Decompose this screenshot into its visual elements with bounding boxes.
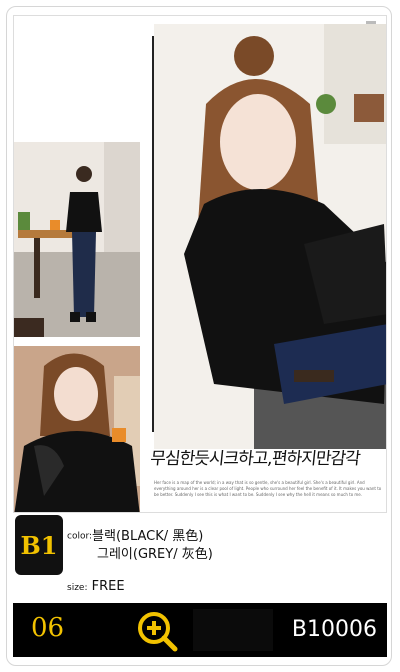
lot-number: 06 (31, 613, 65, 643)
color-option-black: color:블랙(BLACK/ 黑色) (67, 525, 203, 544)
photo-handwriting-caption: 무심한듯시크하고,편하지만감각 (149, 449, 361, 469)
size-value: FREE (91, 579, 125, 594)
photo-main-illustration (154, 24, 386, 449)
zoom-button[interactable] (135, 609, 179, 653)
photo-cafe-illustration (14, 142, 140, 337)
footer-dark-panel (193, 609, 273, 651)
product-code: B10006 (291, 617, 377, 642)
photo-fine-print: Her face is a map of the world; in a way… (154, 480, 382, 497)
product-card: 무심한듯시크하고,편하지만감각 Her face is a map of the… (6, 6, 392, 666)
color-option-grey: 그레이(GREY/ 灰色) (97, 547, 213, 562)
color-black-text: 블랙(BLACK/ 黑色) (92, 529, 204, 544)
photo-main[interactable] (154, 24, 386, 449)
photo-cafe-scene[interactable] (14, 142, 140, 337)
photo-closeup-illustration (14, 346, 140, 512)
product-badge: B1 (15, 515, 63, 575)
photo-closeup[interactable] (14, 346, 140, 512)
photo-collage: 무심한듯시크하고,편하지만감각 Her face is a map of the… (13, 15, 387, 513)
size-label: size: (67, 583, 88, 593)
zoom-plus-icon (138, 612, 178, 652)
size-info: size: FREE (67, 579, 125, 594)
color-label: color: (67, 531, 93, 542)
product-footer-bar: 06 B10006 (13, 603, 387, 657)
